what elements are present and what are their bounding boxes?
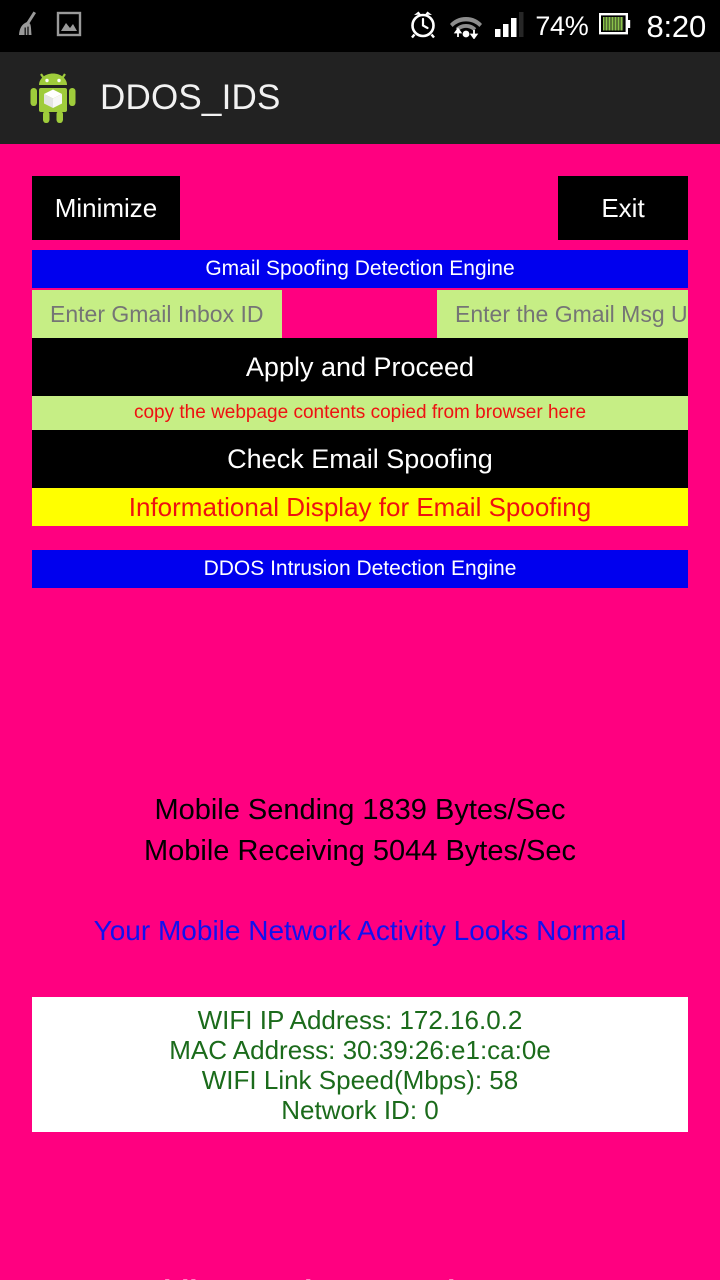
check-email-spoofing-button[interactable]: Check Email Spoofing (32, 430, 688, 488)
app-action-bar: DDOS_IDS (0, 52, 720, 144)
broom-cleaner-icon (16, 10, 42, 43)
wifi-mac-address: MAC Address: 30:39:26:e1:ca:0e (169, 1035, 551, 1065)
minimize-button[interactable]: Minimize (32, 176, 180, 240)
network-traffic-stats: Mobile Sending 1839 Bytes/Sec Mobile Rec… (0, 790, 720, 872)
wifi-ip-address: WIFI IP Address: 172.16.0.2 (197, 1005, 523, 1035)
android-status-bar: 74% 8:20 (0, 0, 720, 52)
apply-and-proceed-button[interactable]: Apply and Proceed (32, 338, 688, 396)
app-title: DDOS_IDS (100, 78, 281, 117)
gmail-msg-url-input[interactable] (437, 290, 688, 338)
footer-title: Mobile Intrusion Detection System (0, 1275, 720, 1280)
status-bar-clock: 8:20 (646, 8, 706, 44)
exit-button[interactable]: Exit (558, 176, 688, 240)
gallery-image-icon (56, 10, 82, 43)
status-bar-system-icons: 74% 8:20 (408, 9, 706, 44)
webpage-contents-input[interactable]: copy the webpage contents copied from br… (32, 396, 688, 430)
cellular-signal-icon (494, 9, 524, 44)
mobile-sending-rate: Mobile Sending 1839 Bytes/Sec (154, 794, 566, 826)
network-activity-status: Your Mobile Network Activity Looks Norma… (93, 915, 627, 946)
battery-percent-label: 74% (535, 10, 589, 41)
alarm-clock-icon (408, 9, 438, 44)
wifi-network-id: Network ID: 0 (281, 1095, 439, 1125)
app-content: Minimize Exit Gmail Spoofing Detection E… (0, 144, 720, 1280)
gmail-spoofing-engine-header: Gmail Spoofing Detection Engine (32, 250, 688, 288)
status-bar-notification-icons (16, 10, 82, 43)
android-robot-icon (28, 68, 78, 129)
wifi-icon (449, 9, 483, 44)
email-spoofing-info-display: Informational Display for Email Spoofing (32, 488, 688, 526)
ddos-intrusion-engine-header: DDOS Intrusion Detection Engine (32, 550, 688, 588)
wifi-info-panel: WIFI IP Address: 172.16.0.2 MAC Address:… (32, 997, 688, 1132)
gmail-inbox-id-input[interactable] (32, 290, 282, 338)
battery-icon (599, 12, 631, 40)
app-screen: 74% 8:20 DDOS_IDS Minimize Exit Gmail Sp… (0, 0, 720, 1280)
mobile-receiving-rate: Mobile Receiving 5044 Bytes/Sec (143, 835, 576, 867)
wifi-link-speed: WIFI Link Speed(Mbps): 58 (201, 1065, 519, 1095)
